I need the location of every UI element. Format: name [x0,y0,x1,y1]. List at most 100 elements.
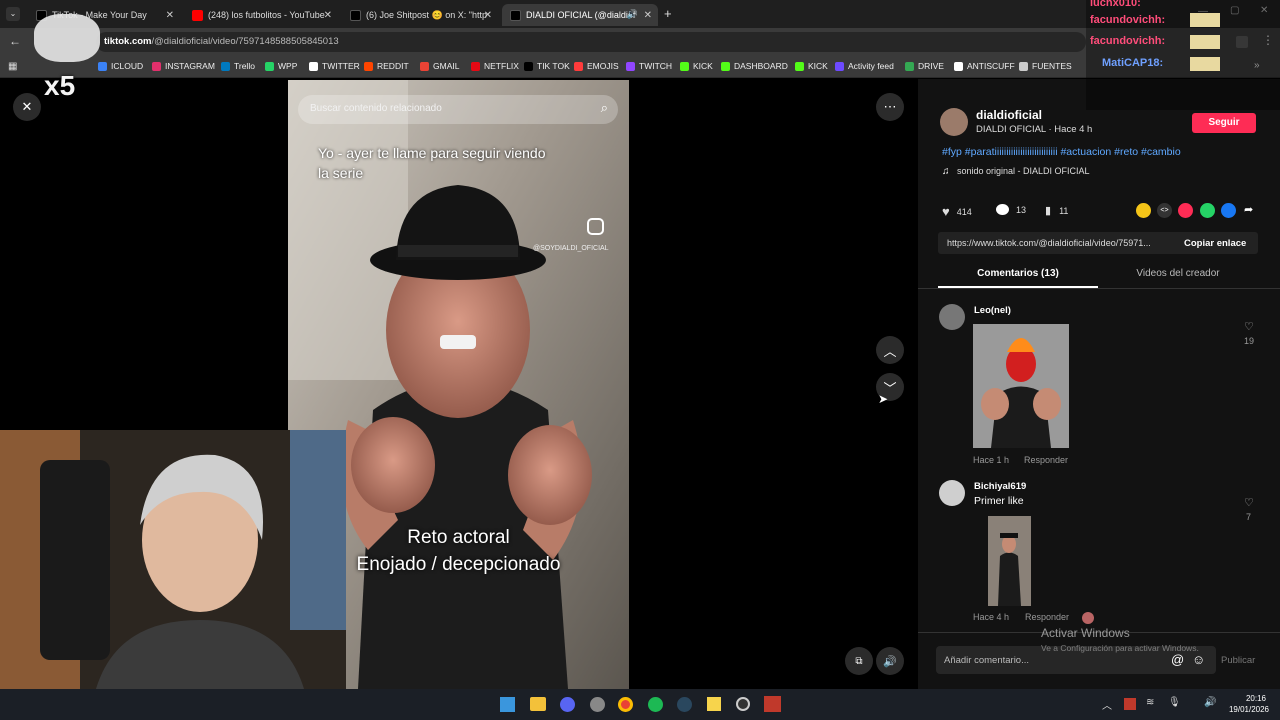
commenter-name[interactable]: Leo(nel) [974,305,1011,316]
bookmark-label: EMOJIS [587,61,619,71]
obs-icon[interactable] [736,697,750,711]
send-icon[interactable] [1178,203,1193,218]
bookmark-label: TWITTER [322,61,360,71]
saves-count: 11 [1059,205,1069,216]
bookmark-item[interactable]: INSTAGRAM [152,61,215,71]
chrome-icon[interactable] [618,697,633,712]
bookmark-item[interactable]: REDDIT [364,61,409,71]
bookmark-icon [680,61,689,71]
mouse-cursor-icon: ➤ [878,392,889,406]
close-tab-icon[interactable]: ✕ [324,10,332,21]
comment-input[interactable]: Añadir comentario... [944,655,1029,666]
back-arrow-icon[interactable]: ← [9,34,21,48]
volume-button[interactable]: 🔊 [876,647,904,675]
sticky-notes-icon[interactable] [707,697,721,711]
tray-app-icon[interactable] [1124,698,1136,710]
repost-icon[interactable] [1136,203,1151,218]
bookmark-item[interactable]: TWITCH [626,61,672,71]
bookmark-item[interactable]: GMAIL [420,61,459,71]
comments-count: 13 [1016,204,1027,215]
bookmark-item[interactable]: DASHBOARD [721,61,788,71]
emoji-icon[interactable]: ☺ [1192,652,1205,667]
bookmark-item[interactable]: ICLOUD [98,61,143,71]
new-tab-button[interactable]: + [664,6,672,21]
steam-icon[interactable] [677,697,692,712]
tab-2[interactable]: (248) los futbolitos - YouTube ✕ [184,4,338,26]
bookmark-item[interactable]: KICK [680,61,713,71]
author-avatar[interactable] [940,108,968,136]
speaker-icon[interactable]: 🔊 [627,9,638,20]
bookmark-item[interactable]: Activity feed [835,61,894,71]
voicemeeter-icon[interactable] [764,696,781,712]
clock-time[interactable]: 20:16 [1238,694,1274,703]
author-username[interactable]: dialdioficial [976,108,1042,122]
tray-mic-icon[interactable]: 🎙 [1168,697,1181,708]
bookmark-item[interactable]: EMOJIS [574,61,619,71]
comment-heart-icon[interactable]: ♡ [1244,496,1254,509]
bookmark-item[interactable]: DRIVE [905,61,944,71]
tab-search-icon[interactable]: ⌄ [6,7,20,21]
save-stat[interactable]: ▮ 11 [1045,204,1068,217]
commenter-name[interactable]: Bichiyal619 [974,481,1026,492]
video-search-bar[interactable]: Buscar contenido relacionado ⌕ [298,95,618,124]
comment-image[interactable] [973,324,1069,448]
search-icon[interactable]: ⌕ [601,100,608,116]
more-options-button[interactable]: ⋯ [876,93,904,121]
bookmark-icon [835,61,844,71]
app-icon[interactable] [590,697,605,712]
close-video-button[interactable]: ✕ [13,93,41,121]
reply-link[interactable]: Responder [1024,455,1068,465]
chat-emote-icon [1190,35,1220,49]
bookmark-item[interactable]: TWITTER [309,61,360,71]
bookmark-icon [905,61,914,71]
facebook-icon[interactable] [1221,203,1236,218]
spotify-icon[interactable] [648,697,663,712]
mention-icon[interactable]: @ [1171,652,1184,667]
embed-icon[interactable]: <> [1157,203,1172,218]
close-tab-icon[interactable]: ✕ [166,10,174,21]
bookmark-item[interactable]: FUENTES [1019,61,1072,71]
share-arrow-icon[interactable]: ➦ [1244,203,1253,216]
like-stat[interactable]: ♥ 414 [942,204,972,219]
bookmark-item[interactable]: NETFLIX [471,61,519,71]
tab-4-active[interactable]: DIALDI OFICIAL (@dialdioficial) 🔊 ✕ [502,4,658,26]
discord-icon[interactable] [560,697,575,712]
copy-link-button[interactable]: Copiar enlace [1184,238,1246,249]
comment-heart-icon[interactable]: ♡ [1244,320,1254,333]
tab-3[interactable]: (6) Joe Shitpost 😊 on X: "http ✕ [342,4,498,26]
tray-chevron-icon[interactable]: ︿ [1102,697,1112,712]
comment-image[interactable] [988,516,1031,606]
commenter-avatar[interactable] [939,304,965,330]
clock-date[interactable]: 19/01/2026 [1224,705,1274,714]
bookmark-item[interactable]: WPP [265,61,297,71]
share-link[interactable]: https://www.tiktok.com/@dialdioficial/vi… [947,238,1173,248]
webcam-feed: DELIGHT [0,430,346,720]
tab-creator-videos[interactable]: Videos del creador [1098,268,1258,279]
sound-name[interactable]: sonido original - DIALDI OFICIAL [957,166,1090,176]
windows-start-icon[interactable] [500,697,515,712]
commenter-avatar[interactable] [939,480,965,506]
close-tab-icon[interactable]: ✕ [484,10,492,21]
hashtags[interactable]: #fyp #paratiiiiiiiiiiiiiiiiiiiiiiiiiii #… [942,146,1242,158]
stream-badge-icon [34,14,100,62]
bookmark-item[interactable]: TIK TOK [524,61,570,71]
reply-link[interactable]: Responder [1025,612,1069,622]
apps-grid-icon[interactable]: ▦ [8,61,17,72]
tab-comments[interactable]: Comentarios (13) [938,268,1098,279]
file-explorer-icon[interactable] [530,697,546,711]
whatsapp-icon[interactable] [1200,203,1215,218]
pip-button[interactable]: ⧉ [845,647,873,675]
close-tab-icon[interactable]: ✕ [644,10,652,21]
windows-taskbar: ︿ ≋ 🎙 🔊 20:16 19/01/2026 [0,689,1280,720]
comment-stat[interactable]: 13 [996,204,1026,215]
bookmark-item[interactable]: ANTISCUFF [954,61,1015,71]
previous-video-button[interactable]: ︿ [876,336,904,364]
tray-wifi-icon[interactable]: ≋ [1146,697,1154,708]
follow-button[interactable]: Seguir [1192,113,1256,133]
bookmark-icon [954,61,963,71]
publish-button[interactable]: Publicar [1221,655,1255,666]
bookmark-item[interactable]: Trello [221,61,255,71]
bookmark-label: ICLOUD [111,61,144,71]
bookmark-item[interactable]: KICK [795,61,828,71]
tray-volume-icon[interactable]: 🔊 [1204,697,1216,708]
